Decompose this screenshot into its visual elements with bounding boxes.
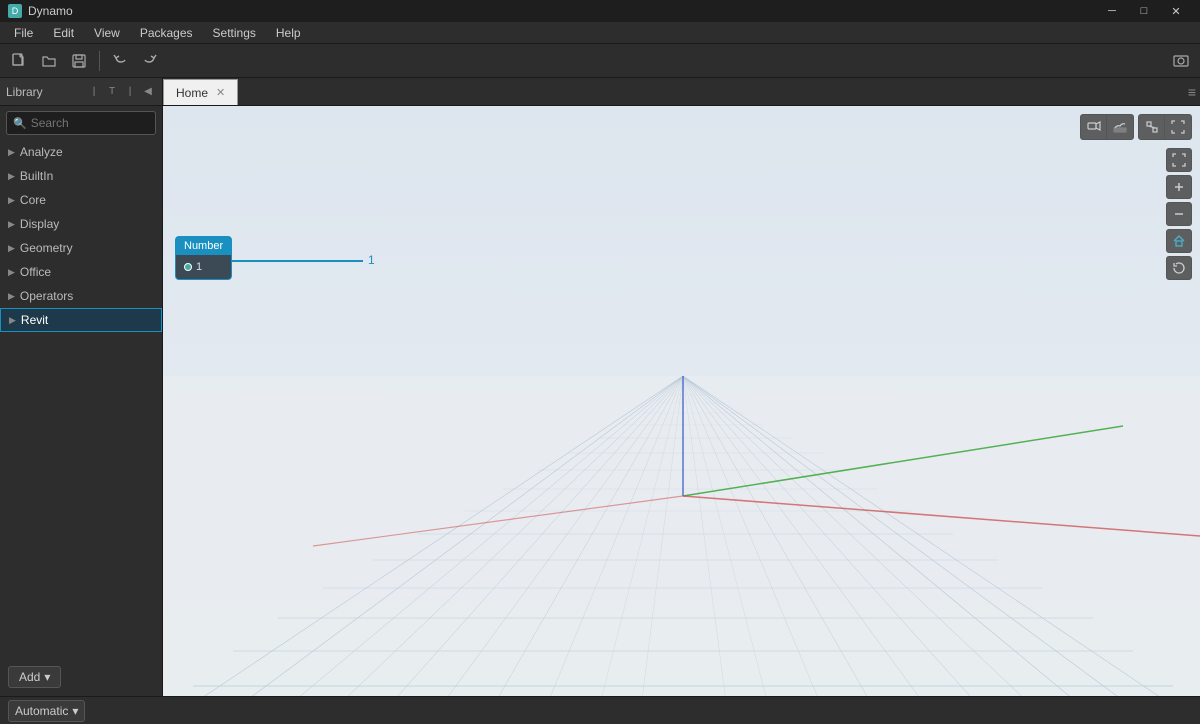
sidebar-item-label: Geometry (20, 241, 73, 255)
menu-view[interactable]: View (84, 22, 130, 44)
sidebar-item-label: BuiltIn (20, 169, 53, 183)
node-title: Number (184, 240, 223, 252)
sidebar: Library | T | ◀ 🔍 ▶ Analyze ▶ BuiltIn ▶ (0, 78, 163, 696)
screenshot-button[interactable] (1168, 48, 1194, 74)
titlebar-left: D Dynamo (8, 4, 73, 18)
redo-button[interactable] (137, 48, 163, 74)
titlebar: D Dynamo ─ □ ✕ (0, 0, 1200, 22)
sidebar-item-builtin[interactable]: ▶ BuiltIn (0, 164, 162, 188)
zoom-in-button[interactable] (1166, 175, 1192, 199)
lib-ctrl-2[interactable]: T (104, 84, 120, 100)
search-icon: 🔍 (13, 117, 27, 130)
tab-label: Home (176, 86, 208, 100)
grid-canvas (163, 106, 1200, 696)
arrow-icon: ▶ (8, 147, 15, 158)
sidebar-item-revit[interactable]: ▶ Revit (0, 308, 162, 332)
toolbar-divider (99, 51, 100, 71)
canvas-area: Home ✕ ≡ (163, 78, 1200, 696)
node-body: 1 (176, 255, 231, 279)
arrow-icon: ▶ (8, 291, 15, 302)
arrow-icon: ▶ (8, 195, 15, 206)
app-icon: D (8, 4, 22, 18)
arrow-icon: ▶ (8, 171, 15, 182)
frame-button[interactable] (1139, 115, 1165, 139)
grid-floor (163, 376, 1200, 696)
open-button[interactable] (36, 48, 62, 74)
node-number[interactable]: Number 1 (175, 236, 232, 280)
menu-packages[interactable]: Packages (130, 22, 203, 44)
frame-group (1138, 114, 1192, 140)
menu-edit[interactable]: Edit (43, 22, 84, 44)
sidebar-item-label: Analyze (20, 145, 63, 159)
menubar: File Edit View Packages Settings Help (0, 22, 1200, 44)
search-input[interactable] (31, 116, 149, 130)
tab-close-icon[interactable]: ✕ (216, 86, 225, 99)
lib-ctrl-4[interactable]: ◀ (140, 84, 156, 100)
run-mode-select[interactable]: Automatic ▾ (8, 700, 85, 722)
run-mode-label: Automatic (15, 704, 68, 718)
undo-button[interactable] (107, 48, 133, 74)
toolbar (0, 44, 1200, 78)
sidebar-item-analyze[interactable]: ▶ Analyze (0, 140, 162, 164)
library-title: Library (6, 85, 43, 99)
sidebar-item-label: Operators (20, 289, 73, 303)
new-button[interactable] (6, 48, 32, 74)
library-header: Library | T | ◀ (0, 78, 162, 106)
library-list: ▶ Analyze ▶ BuiltIn ▶ Core ▶ Display ▶ G… (0, 140, 162, 658)
sidebar-item-label: Display (20, 217, 59, 231)
home-view-button[interactable] (1166, 229, 1192, 253)
sidebar-item-label: Core (20, 193, 46, 207)
arrow-icon: ▶ (8, 243, 15, 254)
output-port-dot (184, 263, 192, 271)
view-mode-group (1080, 114, 1134, 140)
add-label: Add (19, 670, 40, 684)
statusbar: Automatic ▾ (0, 696, 1200, 724)
tab-bar: Home ✕ ≡ (163, 78, 1200, 106)
menu-file[interactable]: File (4, 22, 43, 44)
fullscreen-button[interactable] (1166, 148, 1192, 172)
add-button-area: Add ▾ (0, 658, 162, 696)
fit-button[interactable] (1165, 115, 1191, 139)
sidebar-item-label: Revit (21, 313, 48, 327)
run-mode-arrow-icon: ▾ (72, 704, 78, 718)
lib-ctrl-1[interactable]: | (86, 84, 102, 100)
sidebar-item-geometry[interactable]: ▶ Geometry (0, 236, 162, 260)
maximize-button[interactable]: □ (1128, 0, 1160, 22)
node-output-port: 1 (184, 259, 223, 275)
menu-help[interactable]: Help (266, 22, 311, 44)
close-button[interactable]: ✕ (1160, 0, 1192, 22)
sidebar-item-label: Office (20, 265, 51, 279)
library-controls: | T | ◀ (86, 84, 156, 100)
lib-ctrl-3[interactable]: | (122, 84, 138, 100)
add-arrow-icon: ▾ (44, 670, 50, 684)
node-header: Number (176, 237, 231, 255)
app-title: Dynamo (28, 4, 73, 18)
tab-menu-icon[interactable]: ≡ (1188, 84, 1196, 100)
minimize-button[interactable]: ─ (1096, 0, 1128, 22)
arrow-icon: ▶ (9, 315, 16, 326)
sidebar-item-core[interactable]: ▶ Core (0, 188, 162, 212)
arrow-icon: ▶ (8, 267, 15, 278)
save-button[interactable] (66, 48, 92, 74)
arrow-icon: ▶ (8, 219, 15, 230)
node-value: 1 (196, 261, 202, 273)
reset-button[interactable] (1166, 256, 1192, 280)
sidebar-item-operators[interactable]: ▶ Operators (0, 284, 162, 308)
add-button[interactable]: Add ▾ (8, 666, 61, 688)
search-box[interactable]: 🔍 (6, 111, 156, 135)
viewport[interactable]: Number 1 1 (163, 106, 1200, 696)
viewport-right-controls (1166, 148, 1192, 280)
zoom-out-button[interactable] (1166, 202, 1192, 226)
viewport-top-controls (1080, 114, 1192, 140)
sidebar-item-display[interactable]: ▶ Display (0, 212, 162, 236)
menu-settings[interactable]: Settings (203, 22, 266, 44)
background-button[interactable] (1107, 115, 1133, 139)
tab-home[interactable]: Home ✕ (163, 79, 238, 105)
sidebar-item-office[interactable]: ▶ Office (0, 260, 162, 284)
titlebar-controls[interactable]: ─ □ ✕ (1096, 0, 1192, 22)
camera-3d-button[interactable] (1081, 115, 1107, 139)
main-area: Library | T | ◀ 🔍 ▶ Analyze ▶ BuiltIn ▶ (0, 78, 1200, 696)
